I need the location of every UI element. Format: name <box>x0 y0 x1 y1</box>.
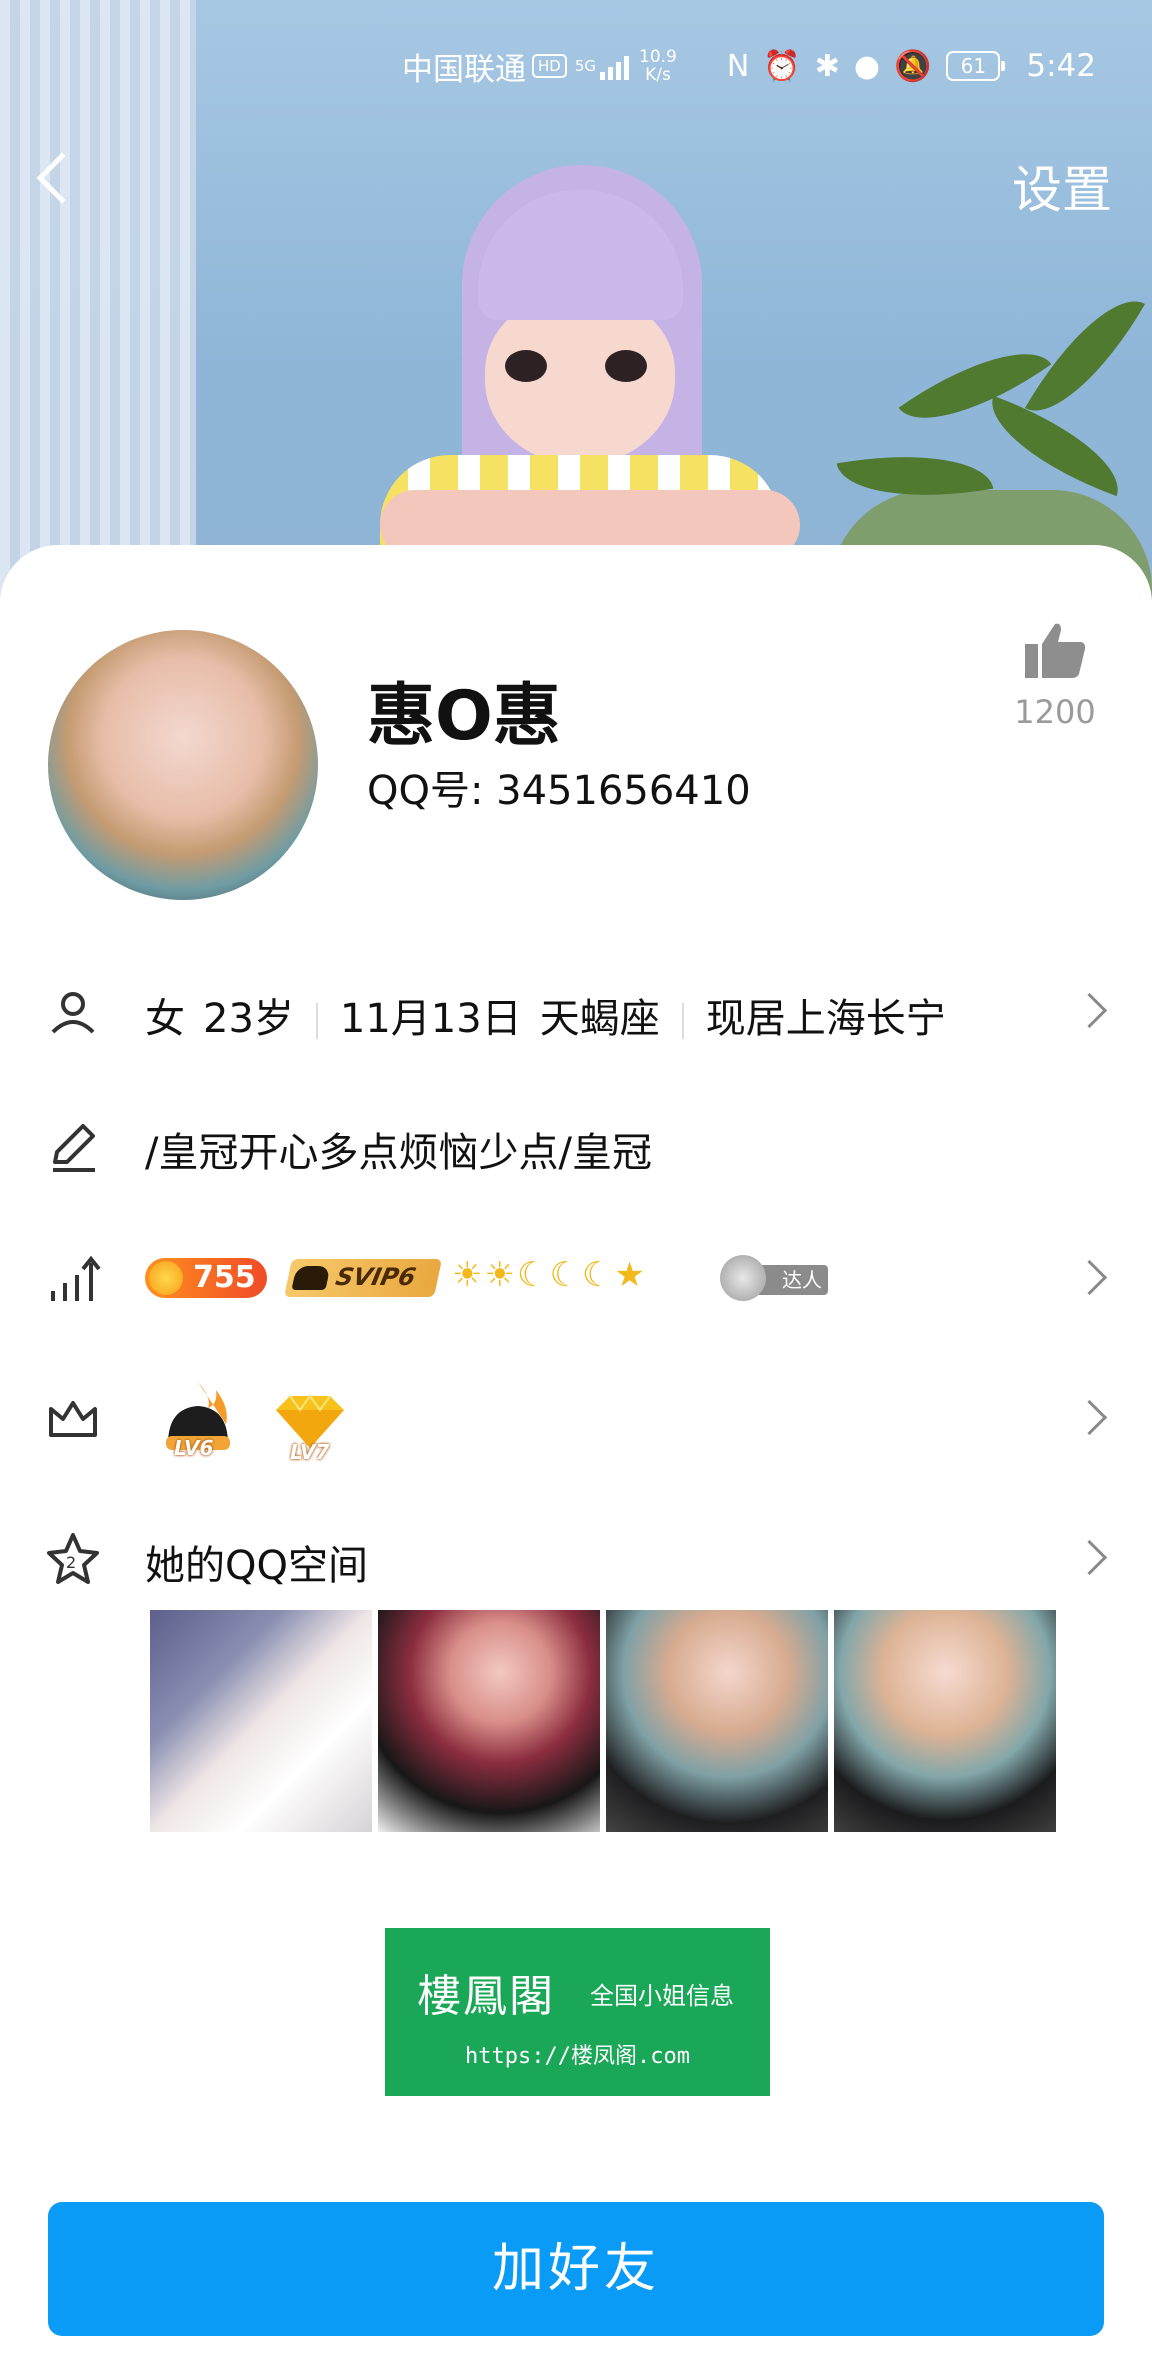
crown-icon <box>49 1401 97 1437</box>
star-icon: 2 <box>47 1533 99 1584</box>
qzone-photo[interactable] <box>834 1610 1056 1832</box>
location: 现居上海长宁 <box>705 996 946 1042</box>
signal-icon <box>600 52 630 80</box>
avatar[interactable] <box>48 630 318 900</box>
avatar-figure-face <box>485 295 675 465</box>
thumbs-up-icon[interactable] <box>1023 620 1087 680</box>
qq-level-icons: ☀☀☾☾☾★ <box>452 1255 647 1295</box>
clock: 5:42 <box>1026 48 1096 84</box>
bluetooth-icon: ✱ <box>814 48 840 84</box>
coin-icon <box>149 1261 183 1295</box>
coin-badge: 755 <box>145 1258 267 1298</box>
divider <box>681 1003 684 1039</box>
basic-info-text: 女 23岁 11月13日 天蝎座 现居上海长宁 <box>145 986 946 1044</box>
zodiac: 天蝎座 <box>539 996 660 1042</box>
diamond-privilege-icon: LV7 <box>270 1388 350 1468</box>
gender: 女 <box>145 996 185 1042</box>
chevron-right-icon <box>1071 1539 1108 1576</box>
network-type: 5G <box>574 57 597 75</box>
person-icon <box>51 992 95 1034</box>
chevron-right-icon <box>1071 1259 1108 1296</box>
level-chart-icon <box>51 1255 101 1301</box>
battery-icon: 61 <box>946 51 1006 81</box>
plant-leaf <box>975 395 1135 497</box>
chevron-right-icon <box>1071 1399 1108 1436</box>
plant-leaf <box>1024 278 1146 434</box>
avatar-figure-eye <box>505 350 547 382</box>
svg-text:2: 2 <box>66 1553 76 1572</box>
settings-button[interactable]: 设置 <box>1012 150 1112 222</box>
svip-badge: SVIP6 <box>283 1259 443 1297</box>
like-count: 1200 <box>1014 693 1096 731</box>
qzone-photo-strip <box>150 1610 1060 1832</box>
location-icon: ● <box>853 48 881 84</box>
carrier-label: 中国联通 <box>402 51 526 88</box>
divider <box>315 1003 318 1039</box>
qq-number: QQ号: 3451656410 <box>367 768 751 814</box>
svip-helmet-icon <box>291 1266 331 1290</box>
qzone-photo[interactable] <box>606 1610 828 1832</box>
alarm-icon: ⏰ <box>763 48 801 84</box>
network-speed: 10.9 K/s <box>639 47 677 85</box>
status-bar: 中国联通 HD 5G 10.9 K/s N ⏰ ✱ ● 🔕 61 5:42 <box>402 40 1096 92</box>
ad-url: https://楼凤阁.com <box>465 2044 690 2069</box>
ad-title: 樓鳳閣 <box>417 1971 555 2022</box>
qzone-title: 她的QQ空间 <box>145 1543 368 1589</box>
nfc-icon: N <box>726 48 750 84</box>
avatar-figure-eye <box>605 350 647 382</box>
winged-badge-icon <box>720 1255 766 1301</box>
signature-text: /皇冠开心多点烦恼少点/皇冠 <box>145 1130 652 1176</box>
daren-badge: 达人 <box>720 1253 830 1303</box>
signature-row: /皇冠开心多点烦恼少点/皇冠 <box>0 1090 1152 1200</box>
age: 23岁 <box>203 996 294 1042</box>
mute-icon: 🔕 <box>894 48 932 84</box>
privilege-row[interactable]: LV6 LV7 <box>0 1363 1152 1473</box>
birthday: 11月13日 <box>339 996 522 1042</box>
ad-subtitle: 全国小姐信息 <box>590 1982 734 2010</box>
ad-banner[interactable]: 樓鳳閣 全国小姐信息 https://楼凤阁.com <box>385 1928 770 2096</box>
cover-curtain <box>0 0 196 600</box>
pencil-icon <box>53 1124 95 1172</box>
like-button[interactable] <box>1015 620 1095 684</box>
game-privilege-icon: LV6 <box>160 1378 236 1468</box>
basic-info-row[interactable]: 女 23岁 11月13日 天蝎座 现居上海长宁 <box>0 956 1152 1066</box>
add-friend-button[interactable]: 加好友 <box>48 2202 1104 2336</box>
qzone-photo[interactable] <box>378 1610 600 1832</box>
hd-icon: HD <box>532 54 567 78</box>
chevron-right-icon <box>1071 992 1108 1029</box>
level-row[interactable]: 755 SVIP6 ☀☀☾☾☾★ 达人 <box>0 1223 1152 1333</box>
qzone-row[interactable]: 2 她的QQ空间 <box>0 1503 1152 1613</box>
profile-name: 惠O惠 <box>367 677 561 756</box>
qzone-photo[interactable] <box>150 1610 372 1832</box>
